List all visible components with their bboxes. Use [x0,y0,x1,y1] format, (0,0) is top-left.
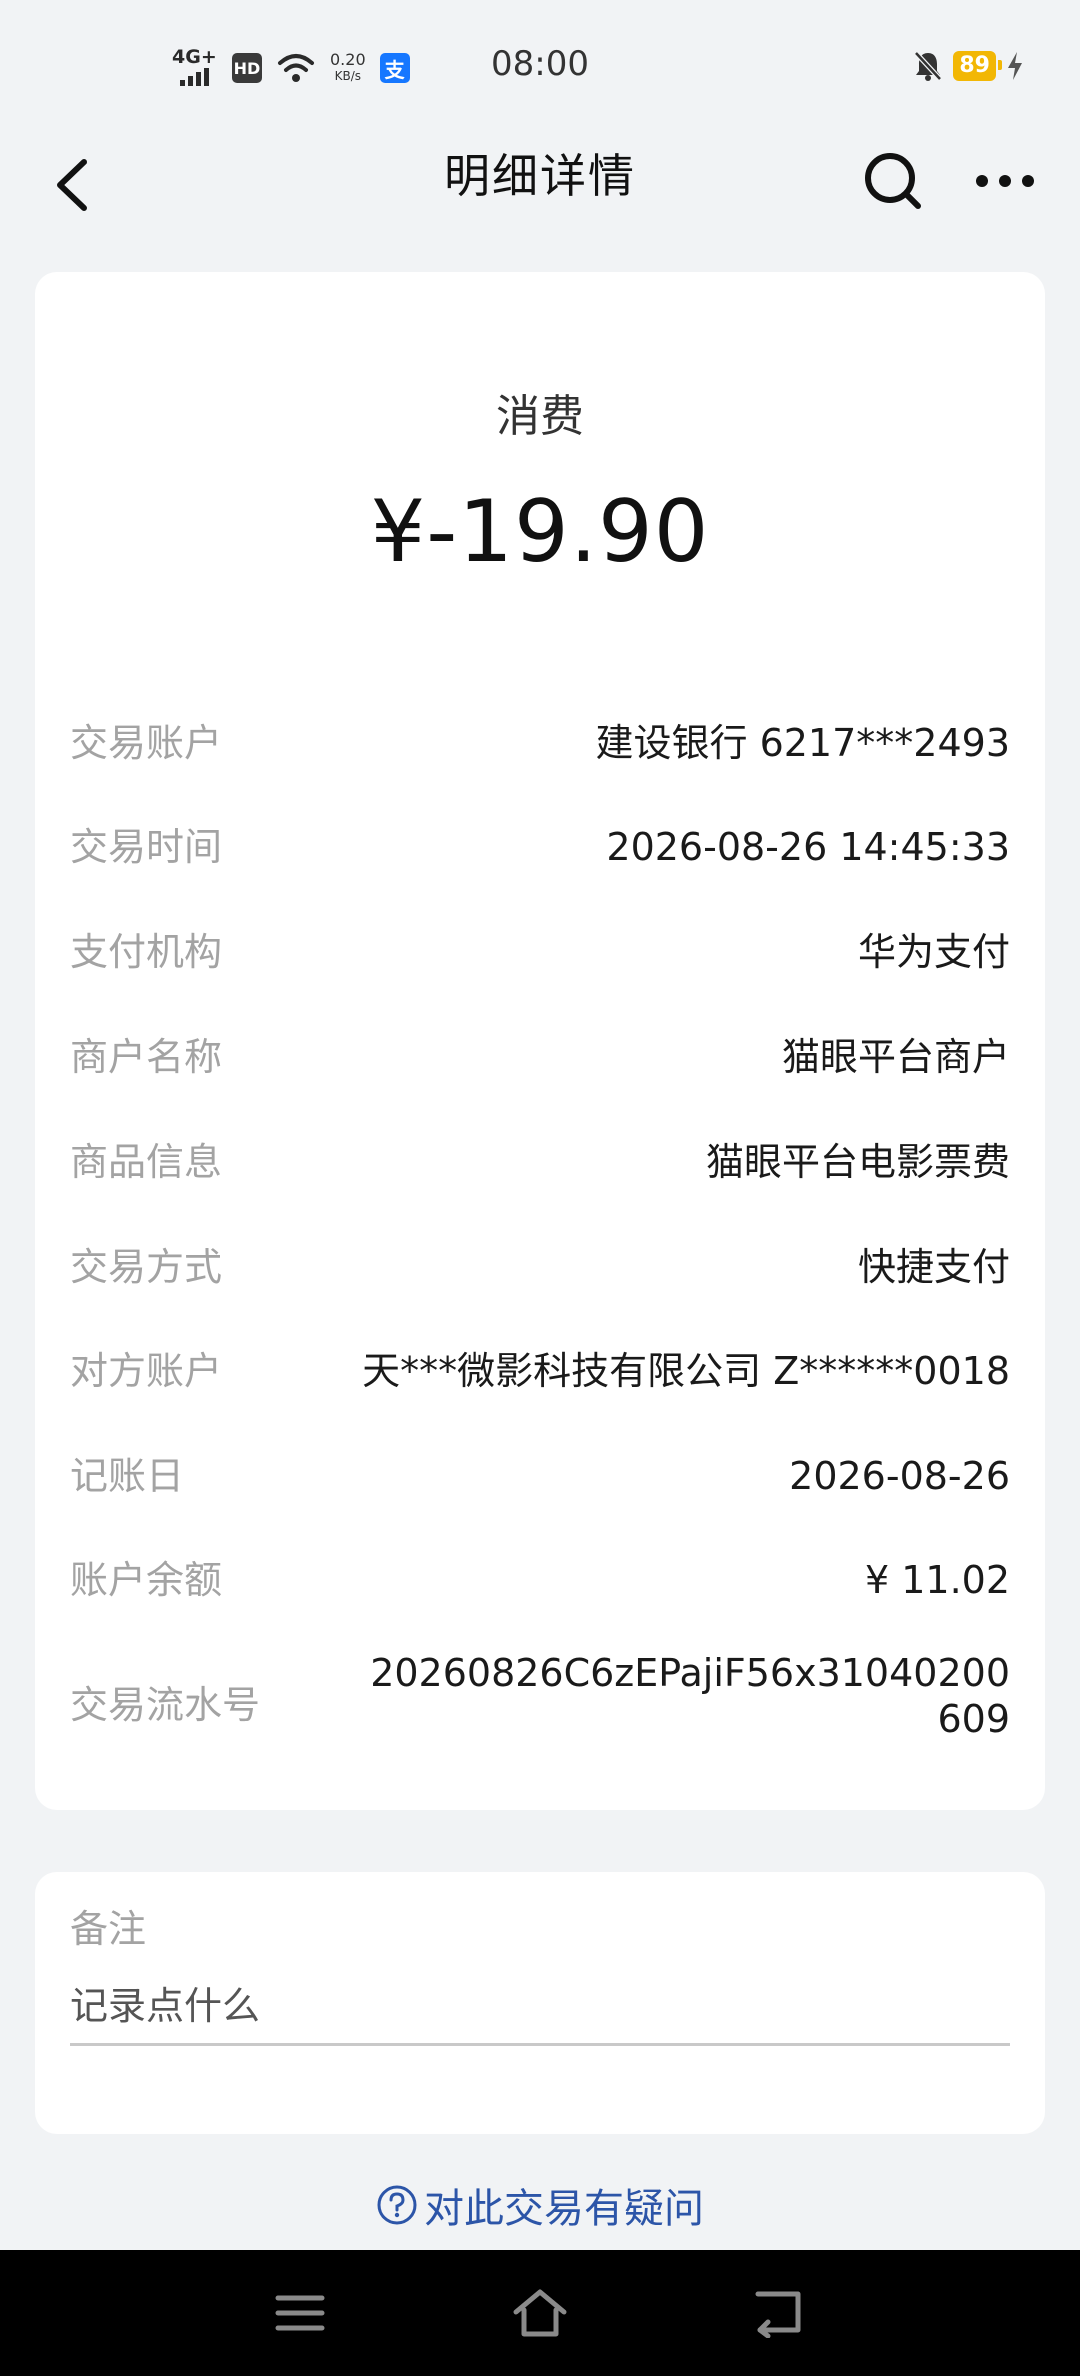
detail-label: 支付机构 [70,930,223,974]
note-card: 备注 记录点什么 [35,1872,1045,2134]
detail-label: 交易方式 [70,1245,223,1289]
note-input[interactable]: 记录点什么 [70,1966,1010,2046]
return-icon[interactable] [752,2286,808,2338]
detail-row-product: 商品信息 猫眼平台电影票费 [70,1127,1010,1197]
transaction-detail-card: 消费 ¥-19.90 交易账户 建设银行 6217***2493 交易时间 20… [35,272,1045,1810]
transaction-amount: ¥-19.90 [370,482,710,582]
detail-row-method: 交易方式 快捷支付 [70,1232,1010,1302]
detail-value: 20260826C6zEPajiF56x31040200609 [370,1651,1010,1741]
status-right-icons: 89 [913,50,1024,82]
detail-row-account: 交易账户 建设银行 6217***2493 [70,708,1010,778]
system-navigation-bar [0,2250,1080,2376]
detail-label: 交易流水号 [70,1683,261,1727]
menu-icon[interactable] [274,2290,326,2336]
detail-label: 对方账户 [70,1349,223,1393]
dispute-transaction-label: 对此交易有疑问 [424,2186,704,2232]
battery-icon: 89 [953,51,1002,81]
detail-value: 快捷支付 [857,1245,1010,1289]
detail-label: 商品信息 [70,1140,223,1184]
detail-label: 商户名称 [70,1035,223,1079]
page-title: 明细详情 [444,149,636,203]
detail-row-counterparty: 对方账户 天***微影科技有限公司 Z******0018 [70,1336,1010,1406]
detail-value: 建设银行 6217***2493 [595,721,1011,765]
detail-row-payment-institution: 支付机构 华为支付 [70,917,1010,987]
detail-label: 账户余额 [70,1558,223,1602]
detail-value: 2026-08-26 [789,1454,1010,1498]
detail-value: 华为支付 [857,930,1010,974]
detail-label: 记账日 [70,1454,185,1498]
detail-row-serial-number: 交易流水号 20260826C6zEPajiF56x31040200609 [70,1640,1010,1770]
status-bar: 4G+ HD 0.20 KB/s 支 08:00 89 [0,0,1080,130]
home-icon[interactable] [510,2286,570,2342]
detail-value: 天***微影科技有限公司 Z******0018 [362,1349,1010,1393]
detail-row-booking-date: 记账日 2026-08-26 [70,1441,1010,1511]
detail-row-time: 交易时间 2026-08-26 14:45:33 [70,812,1010,882]
note-title: 备注 [70,1907,147,1951]
dispute-transaction-link[interactable]: 对此交易有疑问 [0,2176,1080,2234]
detail-row-merchant: 商户名称 猫眼平台商户 [70,1022,1010,1092]
transaction-type: 消费 [496,391,584,442]
question-circle-icon [377,2185,417,2225]
charging-bolt-icon [1008,52,1022,80]
detail-label: 交易账户 [70,721,223,765]
detail-value: 猫眼平台商户 [781,1035,1010,1079]
detail-value: 猫眼平台电影票费 [705,1140,1010,1184]
detail-value: ¥ 11.02 [864,1558,1010,1602]
detail-row-balance: 账户余额 ¥ 11.02 [70,1545,1010,1615]
detail-label: 交易时间 [70,825,223,869]
mute-bell-icon [914,51,943,81]
detail-value: 2026-08-26 14:45:33 [606,825,1010,869]
